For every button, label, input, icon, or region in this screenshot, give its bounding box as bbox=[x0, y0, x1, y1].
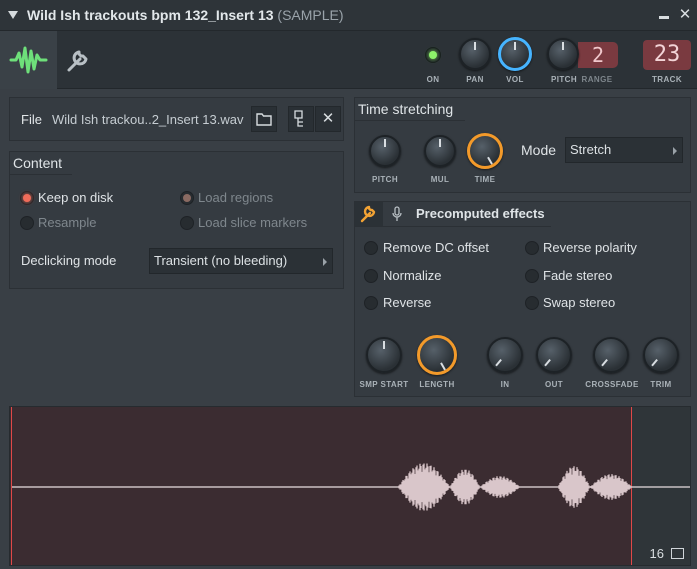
keep-on-disk-radio[interactable] bbox=[20, 191, 34, 205]
ts-pitch-label: PITCH bbox=[372, 175, 398, 184]
sampler-toolbar: ON PAN VOL 2 PITCH RANGE 23 TRACK bbox=[0, 31, 697, 89]
trim-label: TRIM bbox=[650, 380, 672, 389]
fade-stereo-label[interactable]: Fade stereo bbox=[543, 268, 612, 283]
reverse-label[interactable]: Reverse bbox=[383, 295, 431, 310]
ts-pitch-knob[interactable] bbox=[369, 135, 401, 167]
sample-start-label: SMP START bbox=[359, 380, 409, 389]
ts-time-knob[interactable] bbox=[467, 133, 503, 169]
fade-stereo-toggle[interactable] bbox=[525, 269, 539, 283]
declicking-mode-label: Declicking mode bbox=[21, 253, 117, 268]
load-slice-markers-label[interactable]: Load slice markers bbox=[198, 215, 307, 230]
reverse-polarity-label[interactable]: Reverse polarity bbox=[543, 240, 637, 255]
ts-time-label: TIME bbox=[474, 175, 496, 184]
vol-label: VOL bbox=[506, 75, 524, 84]
title-bar[interactable]: Wild Ish trackouts bpm 132_Insert 13 (SA… bbox=[0, 0, 697, 31]
precomputed-effects-panel: Precomputed effects Remove DC offset Nor… bbox=[354, 201, 691, 397]
stretch-mode-dropdown[interactable]: Stretch bbox=[565, 137, 683, 163]
fade-out-label: OUT bbox=[544, 380, 564, 389]
declicking-mode-dropdown[interactable]: Transient (no bleeding) bbox=[149, 248, 333, 274]
swap-stereo-label[interactable]: Swap stereo bbox=[543, 295, 615, 310]
load-regions-radio[interactable] bbox=[180, 191, 194, 205]
window-title: Wild Ish trackouts bpm 132_Insert 13 (SA… bbox=[27, 7, 344, 23]
precomputed-effects-header: Precomputed effects bbox=[416, 206, 545, 221]
reverse-polarity-toggle[interactable] bbox=[525, 241, 539, 255]
zoom-level: 16 bbox=[649, 546, 664, 561]
resample-radio[interactable] bbox=[20, 216, 34, 230]
channel-on-led[interactable] bbox=[425, 47, 441, 63]
wrench-icon bbox=[360, 205, 376, 223]
load-regions-label[interactable]: Load regions bbox=[198, 190, 273, 205]
waveform-graph bbox=[12, 463, 690, 511]
load-slice-markers-radio[interactable] bbox=[180, 216, 194, 230]
browse-file-button[interactable] bbox=[288, 106, 314, 132]
wrench-icon bbox=[67, 50, 88, 72]
ts-mul-label: MUL bbox=[430, 175, 450, 184]
pan-label: PAN bbox=[466, 75, 484, 84]
zoom-icon[interactable] bbox=[671, 548, 684, 559]
fade-out-knob[interactable] bbox=[536, 337, 572, 373]
file-panel: File Wild Ish trackou..2_Insert 13.wav ✕ bbox=[9, 97, 344, 141]
effects-wrench-button[interactable] bbox=[355, 202, 383, 226]
remove-dc-offset-label[interactable]: Remove DC offset bbox=[383, 240, 489, 255]
mixer-track-display[interactable]: 23 bbox=[643, 40, 691, 70]
window-menu-icon[interactable] bbox=[8, 11, 18, 19]
crossfade-knob[interactable] bbox=[593, 337, 629, 373]
open-file-button[interactable] bbox=[251, 106, 277, 132]
sample-settings-tab[interactable] bbox=[0, 31, 57, 89]
ts-mul-knob[interactable] bbox=[424, 135, 456, 167]
remove-dc-offset-toggle[interactable] bbox=[364, 241, 378, 255]
crossfade-label: CROSSFADE bbox=[585, 380, 639, 389]
keep-on-disk-label[interactable]: Keep on disk bbox=[38, 190, 113, 205]
range-label: RANGE bbox=[581, 75, 613, 84]
reverse-toggle[interactable] bbox=[364, 296, 378, 310]
length-knob[interactable] bbox=[417, 335, 457, 375]
volume-knob[interactable] bbox=[498, 37, 532, 71]
content-header: Content bbox=[13, 155, 63, 171]
normalize-label[interactable]: Normalize bbox=[383, 268, 442, 283]
folder-icon bbox=[256, 113, 272, 126]
close-icon: ✕ bbox=[678, 6, 692, 23]
remove-file-button[interactable]: ✕ bbox=[315, 106, 341, 132]
file-label: File bbox=[21, 112, 42, 127]
track-label: TRACK bbox=[652, 75, 682, 84]
waveform-icon bbox=[9, 46, 48, 74]
pitch-knob[interactable] bbox=[547, 38, 579, 70]
wrench-tab[interactable] bbox=[62, 44, 94, 76]
mic-icon[interactable] bbox=[392, 206, 402, 222]
declicking-mode-value: Transient (no bleeding) bbox=[154, 253, 288, 268]
waveform-audio-shape bbox=[398, 463, 632, 511]
stretch-mode-value: Stretch bbox=[570, 142, 612, 157]
fade-in-knob[interactable] bbox=[487, 337, 523, 373]
close-button[interactable]: ✕ bbox=[676, 6, 694, 24]
on-label: ON bbox=[426, 75, 440, 84]
time-stretching-panel: Time stretching PITCH MUL TIME Mode Stre… bbox=[354, 97, 691, 193]
dropdown-arrow-icon bbox=[323, 258, 327, 266]
fade-in-label: IN bbox=[500, 380, 510, 389]
time-stretching-header: Time stretching bbox=[358, 101, 454, 117]
content-panel: Content Keep on disk Resample Load regio… bbox=[9, 151, 344, 289]
pan-knob[interactable] bbox=[459, 38, 491, 70]
window-title-text: Wild Ish trackouts bpm 132_Insert 13 bbox=[27, 7, 274, 23]
sample-start-knob[interactable] bbox=[366, 337, 402, 373]
close-icon: ✕ bbox=[321, 110, 335, 127]
waveform-display[interactable]: 16 bbox=[9, 406, 691, 566]
length-label: LENGTH bbox=[419, 380, 455, 389]
minimize-icon: ▬ bbox=[659, 11, 669, 22]
normalize-toggle[interactable] bbox=[364, 269, 378, 283]
window-title-tag: (SAMPLE) bbox=[277, 7, 344, 23]
file-name: Wild Ish trackou..2_Insert 13.wav bbox=[52, 112, 244, 127]
minimize-button[interactable]: ▬ bbox=[655, 6, 673, 24]
dropdown-arrow-icon bbox=[673, 147, 677, 155]
resample-label[interactable]: Resample bbox=[38, 215, 97, 230]
pitch-range-display[interactable]: 2 bbox=[578, 42, 618, 68]
file-browser-icon bbox=[294, 110, 303, 127]
mode-label: Mode bbox=[521, 142, 557, 158]
swap-stereo-toggle[interactable] bbox=[525, 296, 539, 310]
trim-knob[interactable] bbox=[643, 337, 679, 373]
